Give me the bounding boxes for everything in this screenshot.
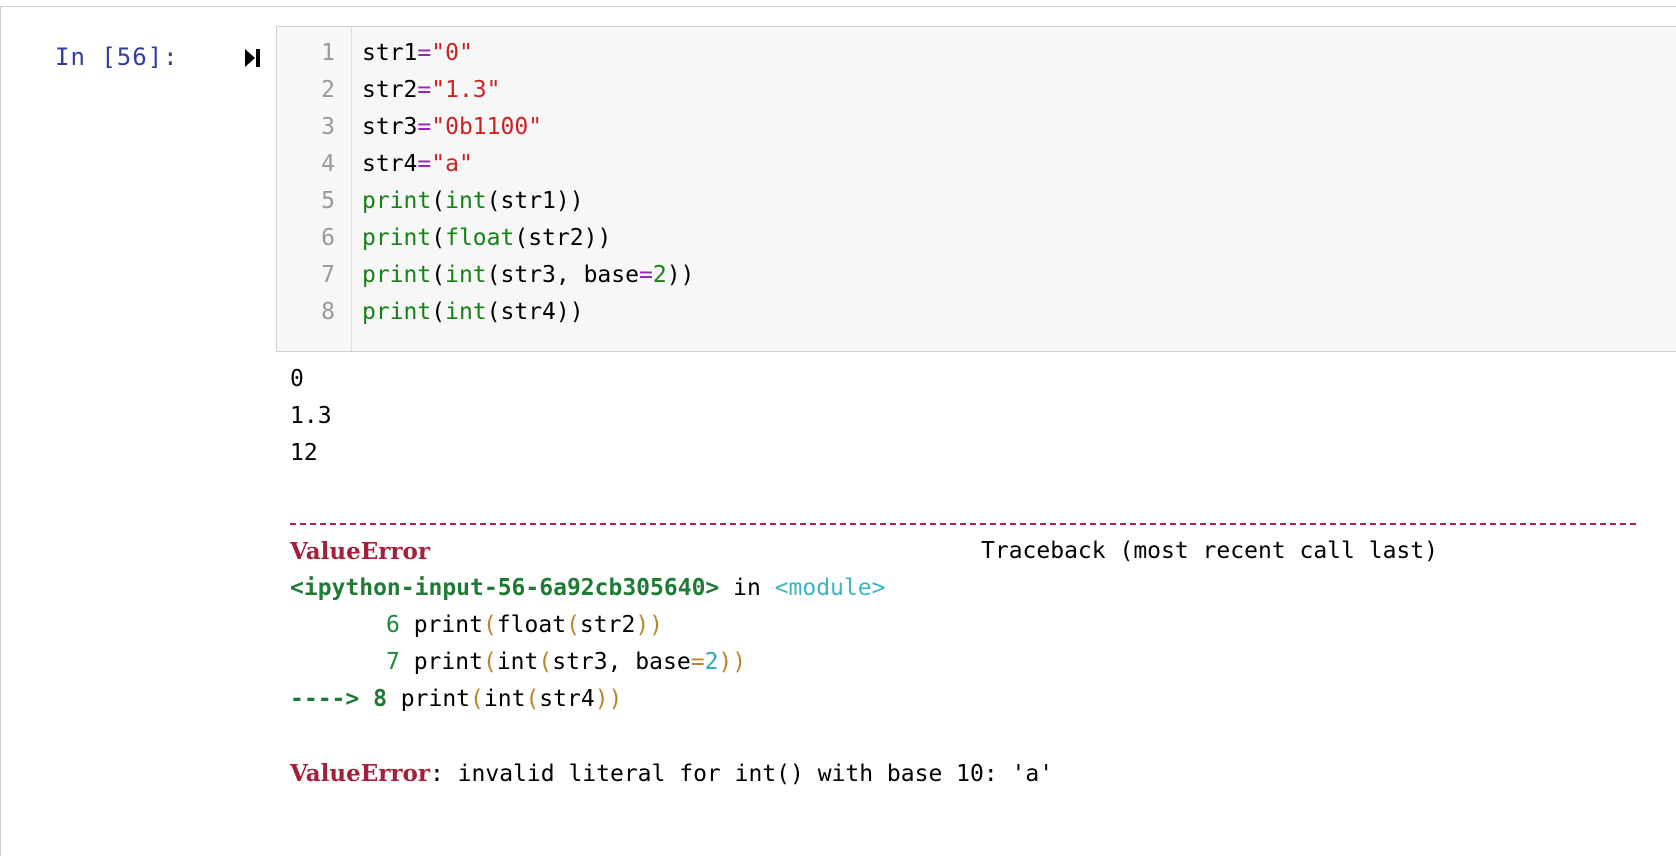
tb-paren: ( [525, 686, 540, 712]
error-divider [290, 523, 1636, 525]
stdout-line: 12 [290, 440, 318, 466]
code-line-4: str4="a" [362, 151, 473, 177]
traceback-location: <ipython-input-56-6a92cb305640> in <modu… [290, 575, 885, 601]
assign-op: = [417, 40, 432, 66]
tb-text: print [399, 649, 483, 675]
tb-text: str2 [579, 612, 636, 638]
code-line-5: print(int(str1)) [362, 188, 584, 214]
line-number-gutter: 1 2 3 4 5 6 7 8 [277, 27, 352, 351]
tb-text: print [399, 612, 483, 638]
args: (str3, base [486, 262, 639, 288]
traceback-line-6: 6 print(float(str2)) [386, 612, 663, 638]
in-word: in [719, 575, 775, 601]
line-number: 7 [321, 262, 335, 288]
builtin-print: print [362, 299, 432, 325]
builtin-print: print [362, 188, 432, 214]
line-number: 3 [321, 114, 335, 140]
paren: ( [431, 262, 446, 288]
var-name: str2 [362, 77, 418, 103]
tb-line-number: 7 [386, 649, 400, 675]
var-name: str1 [362, 40, 418, 66]
builtin-int: int [445, 299, 487, 325]
builtin-print: print [362, 262, 432, 288]
string-literal: "0" [431, 40, 473, 66]
args: (str2)) [514, 225, 612, 251]
input-prompt: In [56]: [55, 43, 179, 71]
tb-text: str3, base [552, 649, 691, 675]
paren: ( [431, 299, 446, 325]
builtin-int: int [445, 262, 487, 288]
string-literal: "1.3" [431, 77, 501, 103]
string-literal: "a" [431, 151, 473, 177]
tb-number: 2 [704, 649, 719, 675]
notebook-cell[interactable]: In [56]: 1 2 3 4 5 6 7 8 str1="0" str2="… [0, 6, 1676, 856]
number-literal: 2 [652, 262, 667, 288]
code-line-8: print(int(str4)) [362, 299, 584, 325]
code-line-1: str1="0" [362, 40, 473, 66]
line-number: 5 [321, 188, 335, 214]
builtin-float: float [445, 225, 515, 251]
assign-op: = [417, 151, 432, 177]
tb-paren: )) [718, 649, 747, 675]
tb-paren: ( [482, 612, 497, 638]
error-name: ValueError [290, 538, 430, 565]
tb-paren: ( [566, 612, 580, 638]
builtin-int: int [445, 188, 487, 214]
tb-paren: ( [538, 649, 553, 675]
tb-text: float [496, 612, 567, 638]
tb-line-number: 6 [386, 612, 400, 638]
tb-paren: ( [482, 649, 497, 675]
line-number: 2 [321, 77, 335, 103]
run-cell-icon[interactable] [242, 47, 264, 69]
error-arrow: ----> 8 [290, 686, 387, 712]
tb-text: print [386, 686, 471, 712]
line-number: 8 [321, 299, 335, 325]
var-name: str4 [362, 151, 418, 177]
code-line-2: str2="1.3" [362, 77, 501, 103]
line-number: 6 [321, 225, 335, 251]
var-name: str3 [362, 114, 418, 140]
line-number: 4 [321, 151, 335, 177]
code-line-6: print(float(str2)) [362, 225, 611, 251]
code-line-3: str3="0b1100" [362, 114, 542, 140]
tb-text: int [483, 686, 526, 712]
paren: ( [431, 188, 446, 214]
tb-text: str4 [539, 686, 595, 712]
stdout-line: 1.3 [290, 403, 332, 429]
traceback-header: ValueError [290, 538, 430, 565]
module-ref: <module> [774, 575, 886, 601]
final-error-name: ValueError [290, 760, 430, 787]
stdout-line: 0 [290, 366, 304, 392]
traceback-line-8: ----> 8 print(int(str4)) [290, 686, 622, 712]
line-number: 1 [321, 40, 335, 66]
code-editor[interactable]: 1 2 3 4 5 6 7 8 str1="0" str2="1.3" str3… [276, 26, 1676, 352]
tb-eq: = [690, 649, 705, 675]
final-error-line: ValueError: invalid literal for int() wi… [290, 760, 1053, 787]
close-paren: )) [666, 262, 695, 288]
tb-text: int [496, 649, 539, 675]
input-ref: <ipython-input-56-6a92cb305640> [290, 575, 720, 601]
assign-op: = [417, 114, 432, 140]
args: (str1)) [486, 188, 584, 214]
tb-paren: )) [594, 686, 623, 712]
assign-op: = [417, 77, 432, 103]
code-line-7: print(int(str3, base=2)) [362, 262, 694, 288]
builtin-print: print [362, 225, 432, 251]
traceback-line-7: 7 print(int(str3, base=2)) [386, 649, 746, 675]
args: (str4)) [486, 299, 584, 325]
paren: ( [431, 225, 446, 251]
string-literal: "0b1100" [431, 114, 543, 140]
tb-paren: ( [470, 686, 484, 712]
final-error-message: : invalid literal for int() with base 10… [429, 761, 1054, 787]
assign-op: = [638, 262, 653, 288]
tb-paren: )) [635, 612, 664, 638]
traceback-label: Traceback (most recent call last) [981, 538, 1438, 564]
